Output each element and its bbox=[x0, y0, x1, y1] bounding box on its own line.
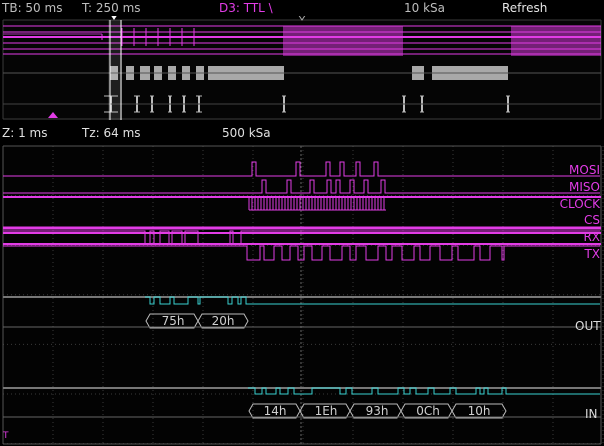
overview-waveform[interactable] bbox=[0, 16, 604, 120]
bus-out-value: 20h bbox=[211, 314, 235, 328]
zoom-readout[interactable]: Z: 1 ms bbox=[2, 124, 47, 142]
zoom-bar: Z: 1 ms Tz: 64 ms 500 kSa bbox=[0, 124, 604, 142]
bus-out-value: 75h bbox=[161, 314, 185, 328]
trigger-marker-icon: T bbox=[3, 431, 9, 441]
channel-label-rx: RX bbox=[583, 230, 600, 244]
zoom-trigger-readout[interactable]: Tz: 64 ms bbox=[82, 124, 141, 142]
status-bar: TB: 50 ms T: 250 ms D3: TTL \ 10 kSa Ref… bbox=[0, 0, 604, 16]
bus-in-value: 1Eh bbox=[314, 404, 338, 418]
bus-in-value: 93h bbox=[365, 404, 389, 418]
bus-in-value: 14h bbox=[263, 404, 287, 418]
bus-label-out: OUT bbox=[575, 319, 601, 333]
timebase-readout[interactable]: TB: 50 ms bbox=[2, 0, 62, 16]
bus-label-in: IN bbox=[585, 407, 598, 421]
zoom-sample-rate-readout: 500 kSa bbox=[222, 126, 271, 140]
channel-label-clock: CLOCK bbox=[559, 197, 600, 211]
sample-rate-readout: 10 kSa bbox=[404, 1, 446, 15]
channel-label-mosi: MOSI bbox=[569, 163, 600, 177]
bus-in-value: 10h bbox=[467, 404, 491, 418]
bus-in-value: 0Ch bbox=[416, 404, 440, 418]
channel-label-tx: TX bbox=[584, 247, 600, 261]
trigger-source-readout[interactable]: D3: TTL \ bbox=[219, 0, 273, 16]
channel-label-miso: MISO bbox=[569, 180, 600, 194]
channel-label-cs: CS bbox=[584, 213, 600, 227]
zoom-waveform[interactable] bbox=[0, 144, 604, 446]
trigger-time-readout[interactable]: T: 250 ms bbox=[82, 0, 141, 16]
refresh-button[interactable]: Refresh bbox=[502, 0, 547, 16]
